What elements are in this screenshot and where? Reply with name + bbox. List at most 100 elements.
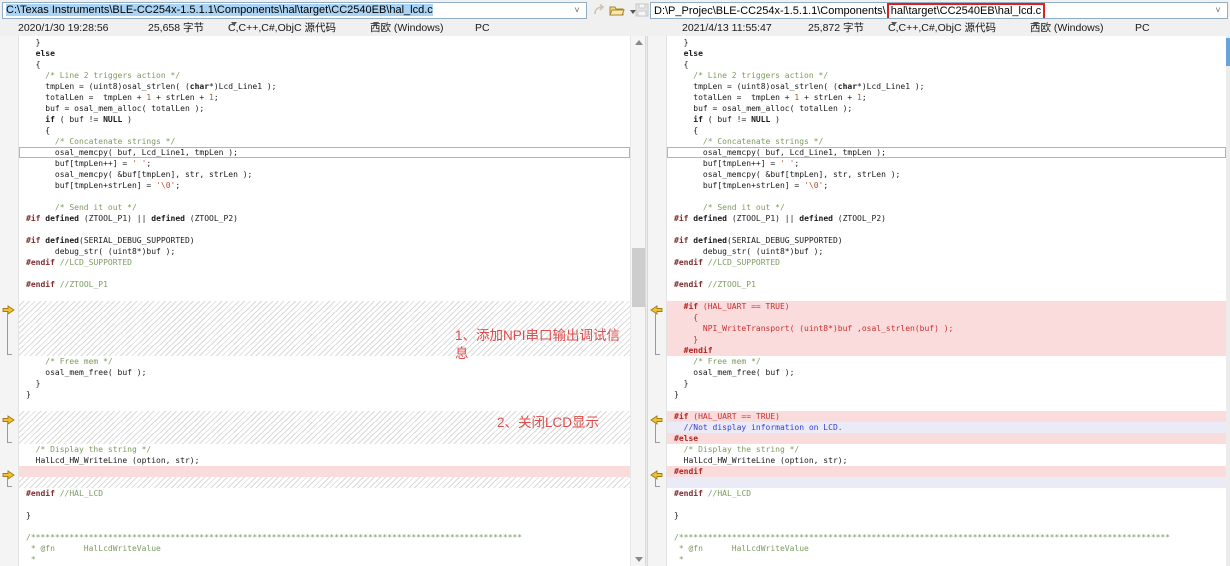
overview-strip[interactable] [1226, 36, 1230, 566]
code-line[interactable]: osal_memcpy( &buf[tmpLen], str, strLen )… [667, 169, 1226, 180]
code-line[interactable]: #if (HAL_UART == TRUE) [667, 301, 1226, 312]
code-line[interactable]: /* Concatenate strings */ [19, 136, 630, 147]
code-line[interactable] [667, 499, 1226, 510]
code-line[interactable]: buf[tmpLen+strLen] = '\0'; [19, 180, 630, 191]
code-line[interactable]: } [667, 378, 1226, 389]
code-line[interactable] [667, 521, 1226, 532]
code-line[interactable]: tmpLen = (uint8)osal_strlen( (char*)Lcd_… [667, 81, 1226, 92]
code-line[interactable]: buf[tmpLen++] = ' '; [19, 158, 630, 169]
code-line[interactable]: * @fn HalLcdWriteValue [667, 543, 1226, 554]
code-area-left[interactable]: } else { /* Line 2 triggers action */ tm… [19, 36, 630, 566]
file-path-combobox-right[interactable]: D:\P_Projec\BLE-CC254x-1.5.1.1\Component… [650, 2, 1228, 19]
scroll-down-button[interactable] [631, 553, 646, 566]
code-line[interactable]: #if defined(SERIAL_DEBUG_SUPPORTED) [19, 235, 630, 246]
code-area-right[interactable]: } else { /* Line 2 triggers action */ tm… [667, 36, 1226, 566]
code-line[interactable]: #if (HAL_UART == TRUE) [667, 411, 1226, 422]
code-line[interactable] [667, 268, 1226, 279]
code-line[interactable] [19, 191, 630, 202]
code-line[interactable]: if ( buf != NULL ) [19, 114, 630, 125]
code-line[interactable]: #endif //LCD_SUPPORTED [19, 257, 630, 268]
scrollbar-thumb[interactable] [632, 248, 645, 307]
code-line[interactable] [19, 466, 630, 477]
diff-arrow-left-icon[interactable] [650, 302, 663, 315]
swap-sides-icon[interactable] [592, 3, 608, 19]
code-line[interactable]: } [19, 389, 630, 400]
code-line[interactable]: } [667, 389, 1226, 400]
code-line[interactable]: /* Display the string */ [667, 444, 1226, 455]
code-line[interactable]: * [667, 554, 1226, 565]
code-line[interactable]: /* Send it out */ [667, 202, 1226, 213]
code-line[interactable]: osal_mem_free( buf ); [19, 367, 630, 378]
code-line[interactable]: { [19, 125, 630, 136]
code-line[interactable]: debug_str( (uint8*)buf ); [19, 246, 630, 257]
code-line[interactable]: NPI_WriteTransport( (uint8*)buf ,osal_st… [667, 323, 1226, 334]
missing-lines-placeholder[interactable] [19, 433, 630, 444]
code-line[interactable]: } [667, 334, 1226, 345]
code-line[interactable]: osal_mem_free( buf ); [667, 367, 1226, 378]
code-line[interactable]: totalLen = tmpLen + 1 + strLen + 1; [667, 92, 1226, 103]
code-line[interactable]: #endif [667, 345, 1226, 356]
code-line[interactable]: buf[tmpLen++] = ' '; [667, 158, 1226, 169]
code-line[interactable]: debug_str( (uint8*)buf ); [667, 246, 1226, 257]
code-line[interactable]: * @fn HalLcdWriteValue [19, 543, 630, 554]
chevron-down-icon[interactable]: ˅ [570, 4, 584, 17]
code-line[interactable]: buf = osal_mem_alloc( totalLen ); [667, 103, 1226, 114]
diff-arrow-left-icon[interactable] [650, 412, 663, 425]
file-path-combobox-left[interactable]: C:\Texas Instruments\BLE-CC254x-1.5.1.1\… [2, 2, 587, 19]
code-line[interactable]: } [19, 510, 630, 521]
code-line[interactable]: #endif //HAL_LCD [667, 488, 1226, 499]
code-line[interactable]: //Not display information on LCD. [667, 422, 1226, 433]
code-line[interactable]: HalLcd_HW_WriteLine (option, str); [667, 455, 1226, 466]
code-line[interactable]: #endif //ZTOOL_P1 [667, 279, 1226, 290]
code-line[interactable]: #endif [667, 466, 1226, 477]
chevron-down-icon[interactable]: ˅ [1211, 4, 1225, 17]
code-line[interactable]: #endif //ZTOOL_P1 [19, 279, 630, 290]
code-line[interactable]: /* Line 2 triggers action */ [19, 70, 630, 81]
code-line[interactable] [667, 224, 1226, 235]
code-line[interactable]: { [667, 312, 1226, 323]
diff-arrow-left-icon[interactable] [650, 467, 663, 480]
scroll-up-button[interactable] [631, 36, 646, 49]
vertical-scrollbar[interactable] [630, 36, 646, 566]
code-line[interactable]: /***************************************… [19, 532, 630, 543]
code-line[interactable]: { [19, 59, 630, 70]
code-line[interactable]: if ( buf != NULL ) [667, 114, 1226, 125]
code-line[interactable]: buf[tmpLen+strLen] = '\0'; [667, 180, 1226, 191]
code-line[interactable]: /* Line 2 triggers action */ [667, 70, 1226, 81]
code-line[interactable]: } [19, 37, 630, 48]
missing-lines-placeholder[interactable] [19, 477, 630, 488]
code-line[interactable]: #else [667, 433, 1226, 444]
code-line[interactable]: osal_memcpy( buf, Lcd_Line1, tmpLen ); [19, 147, 630, 158]
code-line[interactable]: else [19, 48, 630, 59]
code-line[interactable]: #endif //HAL_LCD [19, 488, 630, 499]
code-line[interactable]: /* Concatenate strings */ [667, 136, 1226, 147]
code-line[interactable]: /* Free mem */ [667, 356, 1226, 367]
code-line[interactable]: /* Display the string */ [19, 444, 630, 455]
code-line[interactable]: osal_memcpy( buf, Lcd_Line1, tmpLen ); [667, 147, 1226, 158]
code-line[interactable]: #if defined (ZTOOL_P1) || defined (ZTOOL… [19, 213, 630, 224]
code-line[interactable]: #if defined(SERIAL_DEBUG_SUPPORTED) [667, 235, 1226, 246]
missing-lines-placeholder[interactable] [19, 312, 630, 323]
code-line[interactable] [19, 499, 630, 510]
code-line[interactable]: /* Send it out */ [19, 202, 630, 213]
code-line[interactable]: #endif //LCD_SUPPORTED [667, 257, 1226, 268]
code-line[interactable]: * [19, 554, 630, 565]
code-line[interactable] [667, 191, 1226, 202]
code-line[interactable]: buf = osal_mem_alloc( totalLen ); [19, 103, 630, 114]
diff-arrow-right-icon[interactable] [2, 302, 15, 315]
code-line[interactable]: } [667, 37, 1226, 48]
code-line[interactable]: tmpLen = (uint8)osal_strlen( (char*)Lcd_… [19, 81, 630, 92]
code-line[interactable]: { [667, 125, 1226, 136]
code-pane-left[interactable]: } else { /* Line 2 triggers action */ tm… [0, 36, 630, 566]
code-line[interactable]: } [19, 378, 630, 389]
code-line[interactable] [19, 521, 630, 532]
code-line[interactable]: else [667, 48, 1226, 59]
code-line[interactable] [19, 268, 630, 279]
code-line[interactable]: #if defined (ZTOOL_P1) || defined (ZTOOL… [667, 213, 1226, 224]
code-line[interactable] [667, 400, 1226, 411]
diff-arrow-right-icon[interactable] [2, 412, 15, 425]
code-line[interactable] [19, 290, 630, 301]
missing-lines-placeholder[interactable] [19, 301, 630, 312]
code-line[interactable]: osal_memcpy( &buf[tmpLen], str, strLen )… [19, 169, 630, 180]
code-line[interactable]: HalLcd_HW_WriteLine (option, str); [19, 455, 630, 466]
